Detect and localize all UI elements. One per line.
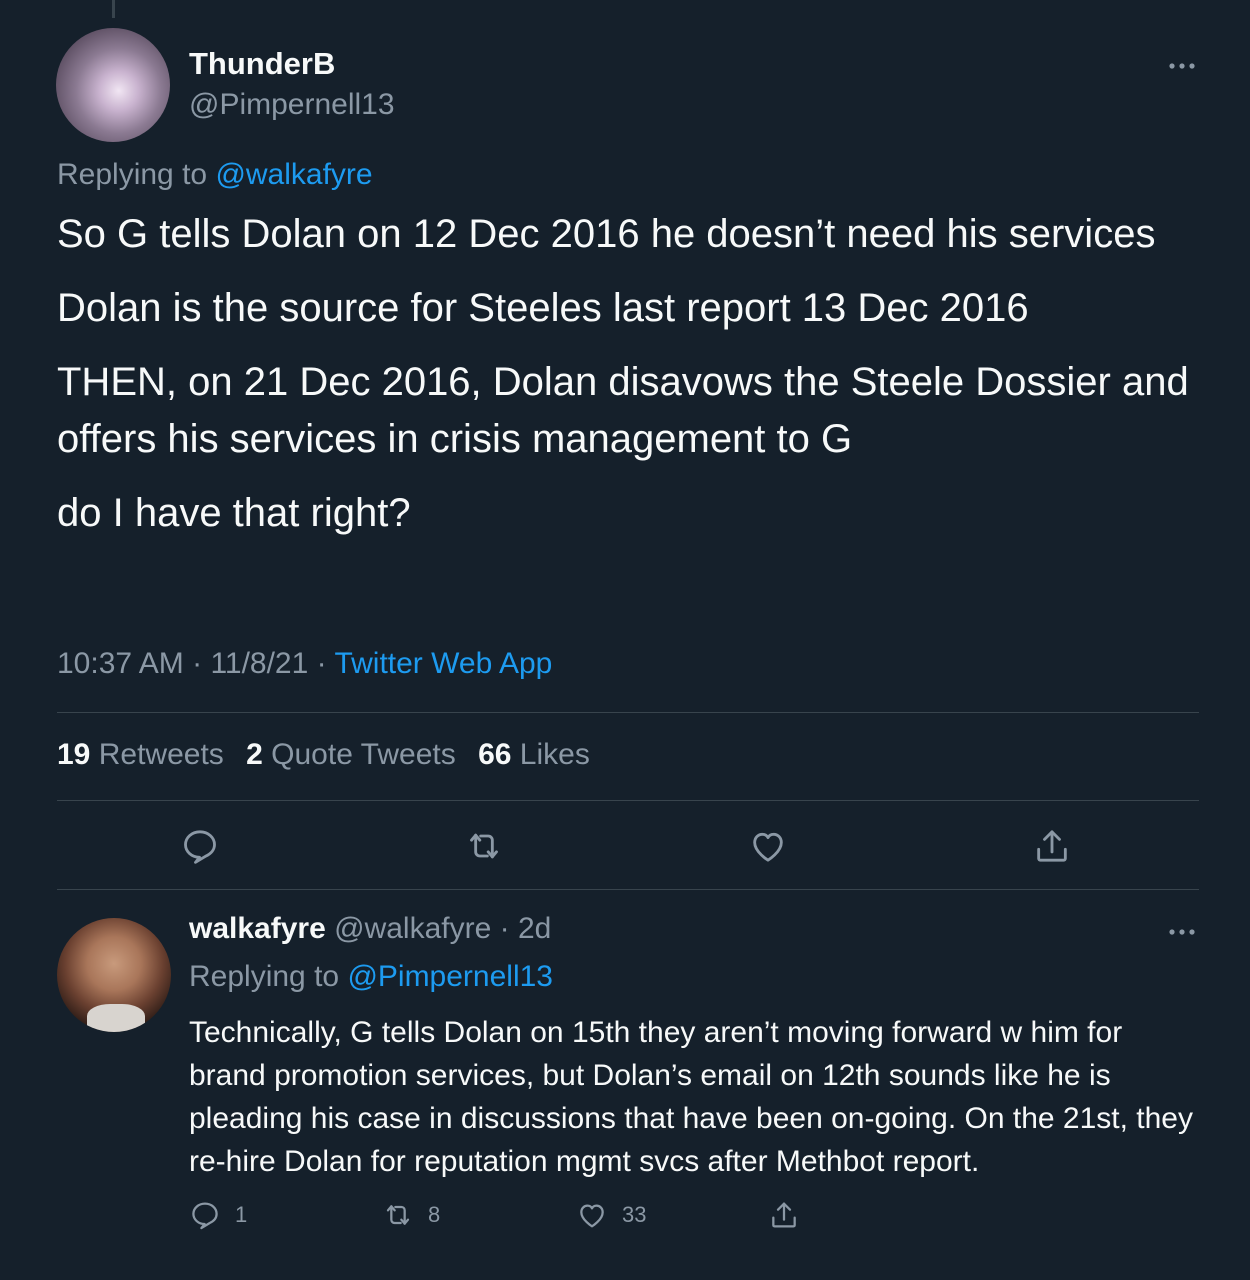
replying-to-handle-link[interactable]: @walkafyre: [215, 158, 372, 191]
divider: [57, 712, 1199, 713]
quote-tweets-label: Quote Tweets: [271, 738, 456, 771]
likes-count: 66: [478, 738, 512, 771]
tweet-metadata: 10:37 AM · 11/8/21 · Twitter Web App: [57, 647, 552, 681]
replying-to-handle-link[interactable]: @Pimpernell13: [347, 960, 553, 993]
tweet-paragraph: do I have that right?: [57, 491, 411, 535]
reply-age[interactable]: 2d: [518, 912, 551, 945]
like-count: 33: [622, 1202, 647, 1227]
retweet-count: 8: [428, 1202, 441, 1227]
reply-replying-to-line: Replying to @Pimpernell13: [189, 960, 553, 994]
like-icon: [580, 1204, 604, 1228]
reply-text: Technically, G tells Dolan on 15th they …: [189, 1016, 1193, 1178]
author-avatar[interactable]: [56, 28, 170, 142]
reply-share-button[interactable]: [768, 1198, 814, 1232]
share-icon: [772, 1202, 796, 1228]
author-name[interactable]: ThunderB: [189, 46, 335, 82]
tweet-paragraph: So G tells Dolan on 12 Dec 2016 he doesn…: [57, 212, 1156, 256]
divider: [57, 889, 1199, 890]
like-icon[interactable]: [748, 826, 788, 866]
reply-icon[interactable]: [180, 826, 220, 866]
retweet-icon[interactable]: [464, 826, 504, 866]
retweets-count: 19: [57, 738, 91, 771]
meta-separator: ·: [499, 912, 510, 945]
reply-reply-button[interactable]: 1: [189, 1198, 247, 1232]
likes-label: Likes: [519, 738, 590, 771]
tweet-paragraph: Dolan is the source for Steeles last rep…: [57, 286, 1029, 330]
quote-tweets-stat[interactable]: 2 Quote Tweets: [246, 738, 456, 771]
share-icon[interactable]: [1032, 826, 1072, 866]
reply-author-avatar[interactable]: [57, 918, 171, 1032]
likes-stat[interactable]: 66 Likes: [478, 738, 590, 771]
reply-header: walkafyre @walkafyre · 2d: [189, 912, 551, 946]
tweet-date[interactable]: 11/8/21: [210, 647, 308, 680]
reply-author-name[interactable]: walkafyre: [189, 912, 326, 945]
reply-author-handle[interactable]: @walkafyre: [334, 912, 491, 945]
meta-separator: ·: [316, 647, 335, 680]
reply-count: 1: [235, 1202, 248, 1227]
author-handle[interactable]: @Pimpernell13: [189, 88, 395, 122]
retweets-label: Retweets: [98, 738, 224, 771]
retweet-icon: [386, 1205, 410, 1225]
avatar-shirt: [87, 1004, 145, 1032]
meta-separator: ·: [192, 647, 211, 680]
tweet-text: So G tells Dolan on 12 Dec 2016 he doesn…: [57, 206, 1197, 559]
tweet-paragraph: THEN, on 21 Dec 2016, Dolan disavows the…: [57, 360, 1189, 461]
more-options-icon[interactable]: [1166, 918, 1198, 946]
quote-tweets-count: 2: [246, 738, 263, 771]
thread-connector-line: [112, 0, 115, 18]
tweet-stats: 19 Retweets 2 Quote Tweets 66 Likes: [57, 738, 604, 772]
tweet-source-link[interactable]: Twitter Web App: [334, 647, 552, 680]
divider: [57, 800, 1199, 801]
reply-like-button[interactable]: 33: [576, 1198, 646, 1232]
replying-to-label: Replying to: [189, 960, 340, 993]
reply-retweet-button[interactable]: 8: [382, 1198, 440, 1232]
reply-icon: [192, 1202, 218, 1230]
retweets-stat[interactable]: 19 Retweets: [57, 738, 224, 771]
replying-to-label: Replying to: [57, 158, 208, 191]
replying-to-line: Replying to @walkafyre: [57, 158, 373, 192]
more-options-icon[interactable]: [1166, 52, 1198, 80]
tweet-time[interactable]: 10:37 AM: [57, 647, 184, 680]
